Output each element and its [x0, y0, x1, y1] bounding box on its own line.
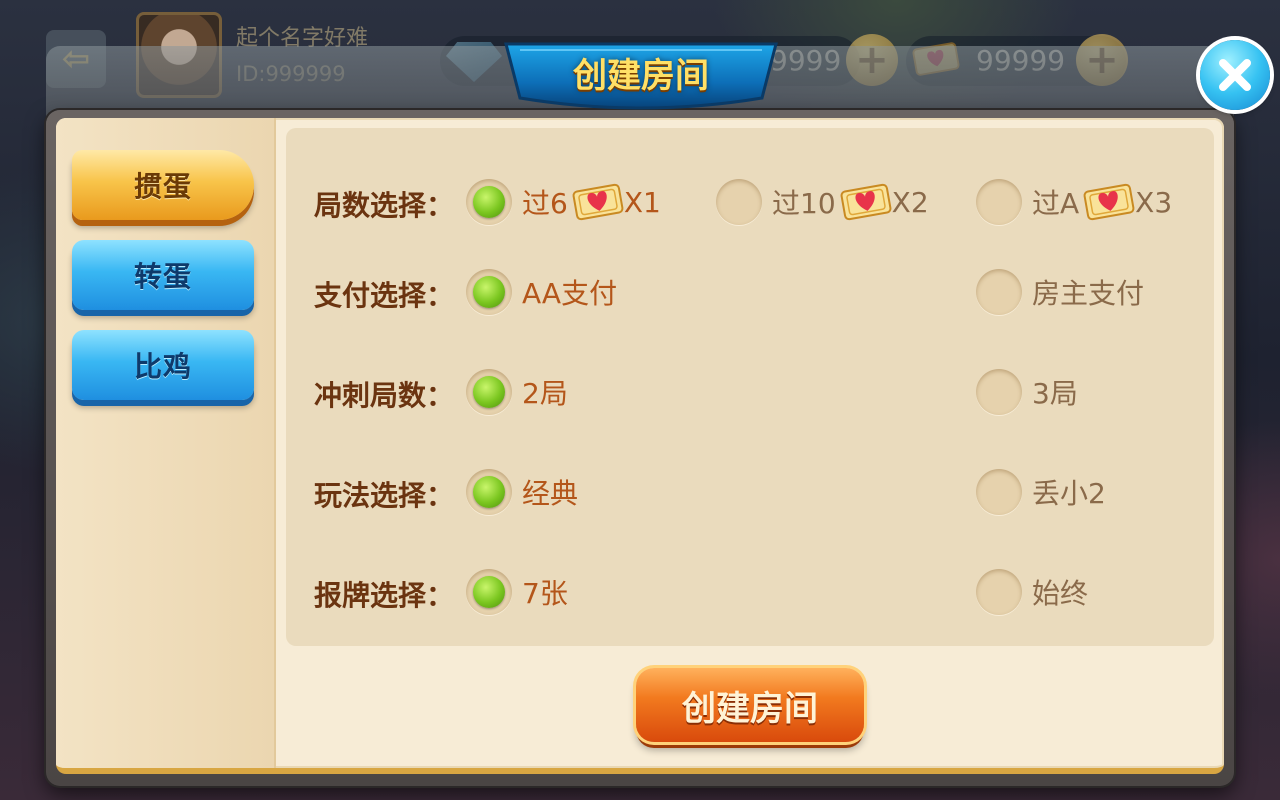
radio-button[interactable] [976, 369, 1022, 415]
radio-button[interactable] [466, 369, 512, 415]
tab-label: 掼蛋 [133, 170, 192, 203]
option-rounds-10[interactable]: 过10 X2 [716, 172, 929, 232]
card-report-row: 报牌选择： 7张 始终 [286, 562, 1214, 622]
radio-button[interactable] [466, 569, 512, 615]
ticket-icon [1083, 183, 1135, 221]
radio-selected-dot [473, 476, 505, 508]
radio-selected-dot [473, 276, 505, 308]
radio-button[interactable] [976, 179, 1022, 225]
option-label: 过6 [522, 187, 568, 220]
option-label: 3局 [1032, 377, 1078, 410]
option-label: 房主支付 [1032, 277, 1145, 310]
dialog-title: 创建房间 [573, 56, 709, 96]
radio-selected-dot [473, 186, 505, 218]
payment-label: 支付选择： [314, 279, 455, 312]
close-button[interactable] [1200, 40, 1270, 110]
multiplier-label: X2 [891, 185, 929, 219]
options-panel: 局数选择： 过6 X1 过10 X2 过A X3 支付选择： AA支付 房主支付… [286, 128, 1214, 646]
play-mode-row: 玩法选择： 经典 丢小2 [286, 462, 1214, 522]
tab-label: 转蛋 [133, 260, 192, 293]
option-sprint-3[interactable]: 3局 [976, 362, 1078, 422]
rounds-label: 局数选择： [314, 189, 455, 222]
sprint-rounds-label: 冲刺局数： [314, 379, 455, 412]
radio-button[interactable] [716, 179, 762, 225]
option-label: 丢小2 [1032, 477, 1106, 510]
radio-button[interactable] [976, 269, 1022, 315]
option-rounds-6[interactable]: 过6 X1 [466, 172, 661, 232]
tab-biji[interactable]: 比鸡 [72, 330, 254, 400]
option-label: 2局 [522, 377, 568, 410]
close-icon [1219, 59, 1251, 91]
multiplier-label: X1 [623, 185, 661, 219]
card-report-label: 报牌选择： [314, 579, 455, 612]
game-type-sidebar: 掼蛋 转蛋 比鸡 [56, 118, 276, 768]
play-mode-label: 玩法选择： [314, 479, 455, 512]
ticket-icon [572, 183, 624, 221]
option-label: 过A [1032, 187, 1080, 220]
option-label: AA支付 [522, 277, 618, 310]
tab-label: 比鸡 [133, 350, 192, 383]
option-drop-small-2[interactable]: 丢小2 [976, 462, 1106, 522]
radio-button[interactable] [466, 469, 512, 515]
option-aa-pay[interactable]: AA支付 [466, 262, 617, 322]
ticket-icon [840, 183, 892, 221]
option-label: 经典 [522, 477, 579, 510]
option-host-pay[interactable]: 房主支付 [976, 262, 1144, 322]
create-room-label: 创建房间 [682, 688, 818, 729]
option-sprint-2[interactable]: 2局 [466, 362, 568, 422]
option-label: 过10 [772, 187, 836, 220]
rounds-row: 局数选择： 过6 X1 过10 X2 过A X3 [286, 172, 1214, 232]
radio-selected-dot [473, 376, 505, 408]
option-seven-cards[interactable]: 7张 [466, 562, 568, 622]
sprint-rounds-row: 冲刺局数： 2局 3局 [286, 362, 1214, 422]
option-rounds-a[interactable]: 过A X3 [976, 172, 1172, 232]
option-always[interactable]: 始终 [976, 562, 1088, 622]
radio-button[interactable] [976, 469, 1022, 515]
radio-selected-dot [473, 576, 505, 608]
radio-button[interactable] [466, 269, 512, 315]
option-classic[interactable]: 经典 [466, 462, 578, 522]
radio-button[interactable] [976, 569, 1022, 615]
tab-zhuandan[interactable]: 转蛋 [72, 240, 254, 310]
radio-button[interactable] [466, 179, 512, 225]
create-room-button[interactable]: 创建房间 [636, 668, 864, 742]
payment-row: 支付选择： AA支付 房主支付 [286, 262, 1214, 322]
tab-guandan[interactable]: 掼蛋 [72, 150, 254, 220]
option-label: 7张 [522, 577, 568, 610]
option-label: 始终 [1032, 577, 1089, 610]
multiplier-label: X3 [1135, 185, 1173, 219]
